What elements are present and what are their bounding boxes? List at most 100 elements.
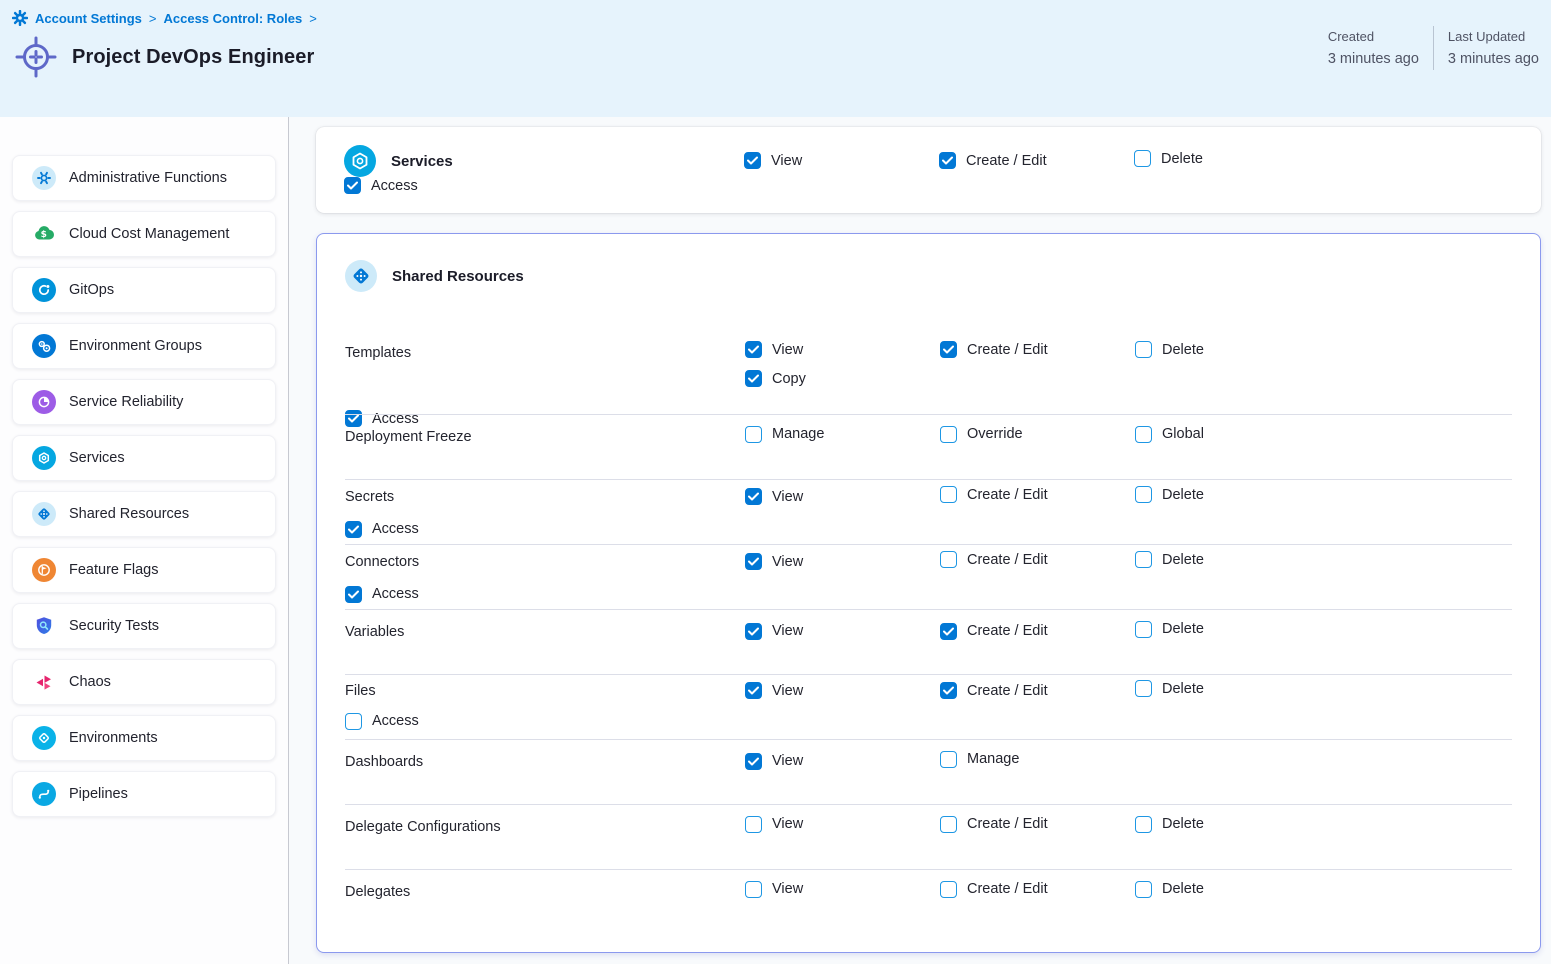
permission-access[interactable]: Access bbox=[345, 521, 419, 538]
unchecked-checkbox-icon[interactable] bbox=[745, 426, 762, 443]
permission-column: View bbox=[745, 816, 940, 838]
sidebar-item-cloud-cost-management[interactable]: $Cloud Cost Management bbox=[12, 211, 276, 257]
sidebar-item-label: Pipelines bbox=[69, 786, 128, 802]
breadcrumb-separator: > bbox=[149, 11, 157, 26]
unchecked-checkbox-icon[interactable] bbox=[940, 816, 957, 833]
checked-checkbox-icon[interactable] bbox=[344, 177, 361, 194]
unchecked-checkbox-icon[interactable] bbox=[1135, 680, 1152, 697]
permission-view[interactable]: View bbox=[745, 816, 803, 833]
permission-column: Delete bbox=[1135, 551, 1330, 573]
unchecked-checkbox-icon[interactable] bbox=[1135, 341, 1152, 358]
permission-delete[interactable]: Delete bbox=[1135, 551, 1204, 568]
permission-view[interactable]: View bbox=[745, 488, 803, 505]
permission-create-edit[interactable]: Create / Edit bbox=[940, 623, 1048, 640]
unchecked-checkbox-icon[interactable] bbox=[345, 713, 362, 730]
permission-view[interactable]: View bbox=[744, 152, 802, 169]
checked-checkbox-icon[interactable] bbox=[745, 753, 762, 770]
permission-global[interactable]: Global bbox=[1135, 426, 1204, 443]
unchecked-checkbox-icon[interactable] bbox=[940, 751, 957, 768]
permission-create-edit[interactable]: Create / Edit bbox=[940, 816, 1048, 833]
checked-checkbox-icon[interactable] bbox=[745, 553, 762, 570]
unchecked-checkbox-icon[interactable] bbox=[1135, 881, 1152, 898]
unchecked-checkbox-icon[interactable] bbox=[940, 881, 957, 898]
checked-checkbox-icon[interactable] bbox=[745, 682, 762, 699]
created-label: Created bbox=[1328, 26, 1419, 48]
permission-delete[interactable]: Delete bbox=[1135, 816, 1204, 833]
permission-copy[interactable]: Copy bbox=[745, 370, 806, 387]
sidebar-item-services[interactable]: Services bbox=[12, 435, 276, 481]
checked-checkbox-icon[interactable] bbox=[940, 682, 957, 699]
permission-create-edit[interactable]: Create / Edit bbox=[940, 551, 1048, 568]
permission-view[interactable]: View bbox=[745, 881, 803, 898]
sidebar-item-administrative-functions[interactable]: Administrative Functions bbox=[12, 155, 276, 201]
permission-delete[interactable]: Delete bbox=[1135, 486, 1204, 503]
checked-checkbox-icon[interactable] bbox=[940, 623, 957, 640]
permission-manage[interactable]: Manage bbox=[745, 426, 824, 443]
unchecked-checkbox-icon[interactable] bbox=[1135, 486, 1152, 503]
permission-manage[interactable]: Manage bbox=[940, 751, 1019, 768]
checked-checkbox-icon[interactable] bbox=[345, 521, 362, 538]
sidebar-item-label: Services bbox=[69, 450, 125, 466]
unchecked-checkbox-icon[interactable] bbox=[940, 426, 957, 443]
permission-create-edit[interactable]: Create / Edit bbox=[940, 682, 1048, 699]
services-icon bbox=[344, 145, 376, 177]
sidebar-item-environment-groups[interactable]: Environment Groups bbox=[12, 323, 276, 369]
permission-view[interactable]: View bbox=[745, 341, 803, 358]
permission-column: Create / Edit bbox=[940, 682, 1135, 700]
permission-access[interactable]: Access bbox=[345, 586, 419, 603]
checked-checkbox-icon[interactable] bbox=[745, 488, 762, 505]
permission-delete[interactable]: Delete bbox=[1135, 881, 1204, 898]
permission-create-edit[interactable]: Create / Edit bbox=[940, 341, 1048, 358]
sidebar-item-label: Service Reliability bbox=[69, 394, 183, 410]
permission-view[interactable]: View bbox=[745, 623, 803, 640]
permission-create-edit[interactable]: Create / Edit bbox=[939, 152, 1047, 169]
permission-label: Access bbox=[372, 521, 419, 537]
sidebar-item-environments[interactable]: Environments bbox=[12, 715, 276, 761]
sidebar-item-shared-resources[interactable]: Shared Resources bbox=[12, 491, 276, 537]
unchecked-checkbox-icon[interactable] bbox=[1135, 816, 1152, 833]
sidebar-item-pipelines[interactable]: Pipelines bbox=[12, 771, 276, 817]
sidebar-item-security-tests[interactable]: Security Tests bbox=[12, 603, 276, 649]
permission-access[interactable]: Access bbox=[345, 713, 419, 730]
services-card-title: Services bbox=[391, 153, 453, 170]
permission-create-edit[interactable]: Create / Edit bbox=[940, 881, 1048, 898]
unchecked-checkbox-icon[interactable] bbox=[745, 816, 762, 833]
breadcrumb-access-control-roles[interactable]: Access Control: Roles bbox=[164, 11, 303, 26]
checked-checkbox-icon[interactable] bbox=[745, 370, 762, 387]
permission-create-edit[interactable]: Create / Edit bbox=[940, 486, 1048, 503]
shared-resources-icon bbox=[345, 260, 377, 292]
permission-delete[interactable]: Delete bbox=[1135, 341, 1204, 358]
sidebar-item-service-reliability[interactable]: Service Reliability bbox=[12, 379, 276, 425]
permission-view[interactable]: View bbox=[745, 553, 803, 570]
permission-column: Delete bbox=[1135, 486, 1330, 508]
permission-override[interactable]: Override bbox=[940, 426, 1023, 443]
checked-checkbox-icon[interactable] bbox=[745, 623, 762, 640]
unchecked-checkbox-icon[interactable] bbox=[940, 551, 957, 568]
checked-checkbox-icon[interactable] bbox=[345, 586, 362, 603]
resource-sidebar: Administrative Functions $Cloud Cost Mana… bbox=[0, 117, 289, 964]
permission-view[interactable]: View bbox=[745, 753, 803, 770]
permission-column: View Copy bbox=[745, 318, 940, 387]
sidebar-item-chaos[interactable]: Chaos bbox=[12, 659, 276, 705]
permission-delete[interactable]: Delete bbox=[1135, 621, 1204, 638]
permission-view[interactable]: View bbox=[745, 682, 803, 699]
permission-access[interactable]: Access bbox=[344, 177, 418, 194]
sidebar-item-feature-flags[interactable]: Feature Flags bbox=[12, 547, 276, 593]
checked-checkbox-icon[interactable] bbox=[745, 341, 762, 358]
checked-checkbox-icon[interactable] bbox=[939, 152, 956, 169]
unchecked-checkbox-icon[interactable] bbox=[1135, 426, 1152, 443]
permission-column: View bbox=[745, 881, 940, 903]
unchecked-checkbox-icon[interactable] bbox=[745, 881, 762, 898]
checked-checkbox-icon[interactable] bbox=[940, 341, 957, 358]
meta-divider bbox=[1433, 26, 1434, 70]
unchecked-checkbox-icon[interactable] bbox=[1134, 150, 1151, 167]
unchecked-checkbox-icon[interactable] bbox=[940, 486, 957, 503]
unchecked-checkbox-icon[interactable] bbox=[1135, 621, 1152, 638]
permission-delete[interactable]: Delete bbox=[1134, 150, 1203, 167]
checked-checkbox-icon[interactable] bbox=[744, 152, 761, 169]
permission-delete[interactable]: Delete bbox=[1135, 680, 1204, 697]
breadcrumb-account-settings[interactable]: Account Settings bbox=[35, 11, 142, 26]
unchecked-checkbox-icon[interactable] bbox=[1135, 551, 1152, 568]
permission-column: Access bbox=[345, 713, 745, 735]
sidebar-item-gitops[interactable]: GitOps bbox=[12, 267, 276, 313]
